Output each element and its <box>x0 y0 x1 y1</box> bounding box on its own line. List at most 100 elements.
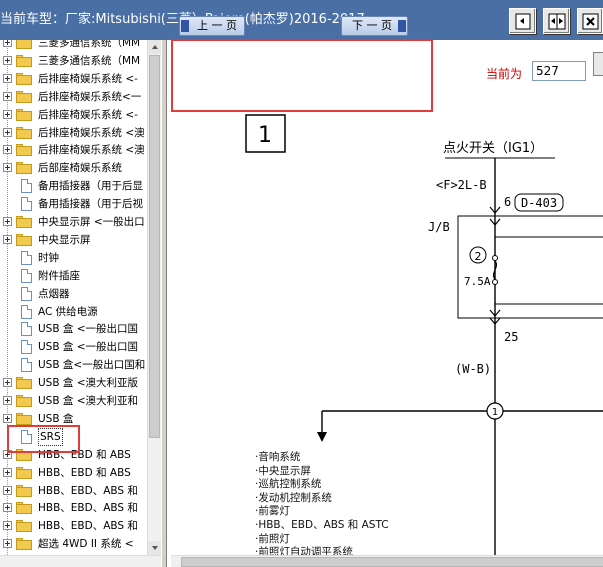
document-icon <box>21 197 32 212</box>
folder-icon <box>16 108 32 121</box>
tree-item-label: HBB、EBD 和 ABS <box>38 466 131 479</box>
folder-icon <box>16 448 32 461</box>
scroll-thumb[interactable] <box>149 55 160 438</box>
tree-item[interactable]: 后排座椅娱乐系统 <- <box>0 70 150 88</box>
arrow-left-icon <box>181 20 189 32</box>
tree-item[interactable]: 备用插接器（用于后视 <box>0 195 150 213</box>
tree-item-label: 附件插座 <box>38 269 80 282</box>
tree-item[interactable]: 后排座椅娱乐系统 <- <box>0 106 150 124</box>
tree-item-label: 后排座椅娱乐系统 <- <box>38 72 138 85</box>
folder-icon <box>16 538 32 551</box>
tree-item[interactable]: 后排座椅娱乐系统 <澳 <box>0 124 150 142</box>
tree-panel: 三菱多通信系统（MM 三菱多通信系统（MM 后排座椅娱乐系统 <- 后排座椅娱乐系统<… <box>0 40 163 567</box>
tree-item[interactable]: 时钟 <box>0 249 150 267</box>
tree-item[interactable]: USB 盒 <澳大利亚和 <box>0 392 150 410</box>
tree-item[interactable]: 后部座椅娱乐系统 <box>0 159 150 177</box>
tree-item-label: 中央显示屏 <一般出口 <box>38 216 145 228</box>
expand-icon[interactable] <box>3 503 12 513</box>
arrow-right-icon <box>398 20 406 32</box>
expand-icon[interactable] <box>3 145 12 155</box>
scroll-down-button[interactable] <box>148 541 162 555</box>
expand-icon[interactable] <box>3 55 12 65</box>
tree-item-label: 后排座椅娱乐系统 <澳 <box>38 144 145 157</box>
tree-item[interactable]: HBB、EBD、ABS 和 <box>0 517 150 535</box>
expand-icon[interactable] <box>3 73 12 83</box>
diagram-scroll-thumb[interactable] <box>181 557 603 567</box>
close-button[interactable] <box>577 8 603 34</box>
expand-icon[interactable] <box>3 217 12 226</box>
fit-width-icon <box>548 13 566 30</box>
tree-item[interactable]: USB 盒 <box>0 410 150 428</box>
document-icon <box>21 179 32 194</box>
tree-item-label: 点烟器 <box>38 287 70 300</box>
tree-item-label: HBB、EBD 和 ABS <box>38 448 131 461</box>
expand-icon[interactable] <box>3 467 12 477</box>
expand-icon[interactable] <box>3 449 12 459</box>
tree-item[interactable]: HBB、EBD、ABS 和 <box>0 482 150 500</box>
tree-item[interactable]: 后排座椅娱乐系统<一 <box>0 88 150 106</box>
expand-icon[interactable] <box>3 40 12 47</box>
tree-horizontal-scrollbar[interactable] <box>0 555 161 567</box>
document-icon <box>21 268 32 283</box>
current-page-input[interactable]: 527 <box>532 61 586 81</box>
tree-item[interactable]: 后排座椅娱乐系统 <澳 <box>0 141 150 159</box>
folder-icon <box>16 484 32 497</box>
fit-page-icon <box>515 13 531 30</box>
expand-icon[interactable] <box>3 127 12 137</box>
document-icon <box>21 358 32 373</box>
fit-width-button[interactable] <box>543 8 570 34</box>
tree-item-label: 三菱多通信系统（MM <box>38 54 141 67</box>
tree-item[interactable]: AC 供给电源 <box>0 303 150 321</box>
tree-item-label: USB 盒 <一般出口国 <box>38 341 139 354</box>
folder-icon <box>16 144 32 157</box>
tree-item[interactable]: USB 盒 <澳大利亚版 <box>0 374 150 392</box>
expand-icon[interactable] <box>3 485 12 495</box>
folder-icon <box>16 40 32 49</box>
expand-icon[interactable] <box>3 396 12 405</box>
expand-icon[interactable] <box>3 539 12 549</box>
tree-item[interactable]: HBB、EBD、ABS 和 <box>0 499 150 517</box>
tree-item[interactable]: 三菱多通信系统（MM <box>0 52 150 70</box>
prev-page-button[interactable]: 上 一 页 <box>179 16 245 36</box>
expand-icon[interactable] <box>3 234 12 244</box>
next-page-button[interactable]: 下 一 页 <box>341 16 408 36</box>
tree-item[interactable]: 中央显示屏 <一般出口 <box>0 213 150 231</box>
tree-item[interactable]: 点烟器 <box>0 285 150 303</box>
expand-icon[interactable] <box>3 521 12 531</box>
expand-icon[interactable] <box>3 91 12 101</box>
tree-item[interactable]: USB 盒 <一般出口国 <box>0 338 150 356</box>
document-icon <box>21 322 32 337</box>
folder-icon <box>16 377 32 390</box>
tree-vertical-scrollbar[interactable] <box>147 40 162 555</box>
expand-icon[interactable] <box>3 378 12 388</box>
tree-item[interactable]: 备用插接器（用于后显 <box>0 177 150 195</box>
scroll-up-button[interactable] <box>148 40 162 54</box>
expand-icon[interactable] <box>3 109 12 119</box>
tree-item-label: USB 盒 <box>38 412 74 425</box>
tree-item[interactable]: 三菱多通信系统（MM <box>0 40 150 52</box>
tree-item-label: 备用插接器（用于后视 <box>38 198 143 211</box>
tree-item[interactable]: 附件插座 <box>0 267 150 285</box>
folder-icon <box>16 395 32 407</box>
tree-item[interactable]: 超选 4WD II 系统 < <box>0 535 150 553</box>
tree-item-label: USB 盒 <一般出口国 <box>38 323 139 336</box>
tree-item[interactable]: HBB、EBD 和 ABS <box>0 446 150 464</box>
document-icon <box>21 429 32 444</box>
document-icon <box>21 250 32 265</box>
tree-item-label: 中央显示屏 <box>38 233 91 246</box>
expand-icon[interactable] <box>3 413 12 423</box>
tree-item[interactable]: USB 盒 <一般出口国 <box>0 320 150 338</box>
tree-item[interactable]: 中央显示屏 <box>0 231 150 249</box>
current-page-label: 当前为 <box>486 67 523 81</box>
tree-item[interactable]: HBB、EBD 和 ABS <box>0 464 150 482</box>
prev-page-label: 上 一 页 <box>197 19 237 32</box>
tree-item-label: HBB、EBD、ABS 和 <box>38 520 138 533</box>
document-icon <box>21 340 32 355</box>
go-page-button[interactable] <box>593 52 603 76</box>
tree-item[interactable]: SRS <box>0 427 150 446</box>
expand-icon[interactable] <box>3 163 12 173</box>
folder-icon <box>16 54 32 67</box>
fit-page-button[interactable] <box>509 8 536 34</box>
tree-item[interactable]: USB 盒<一般出口国和 <box>0 356 150 374</box>
diagram-horizontal-scrollbar[interactable] <box>171 555 603 567</box>
